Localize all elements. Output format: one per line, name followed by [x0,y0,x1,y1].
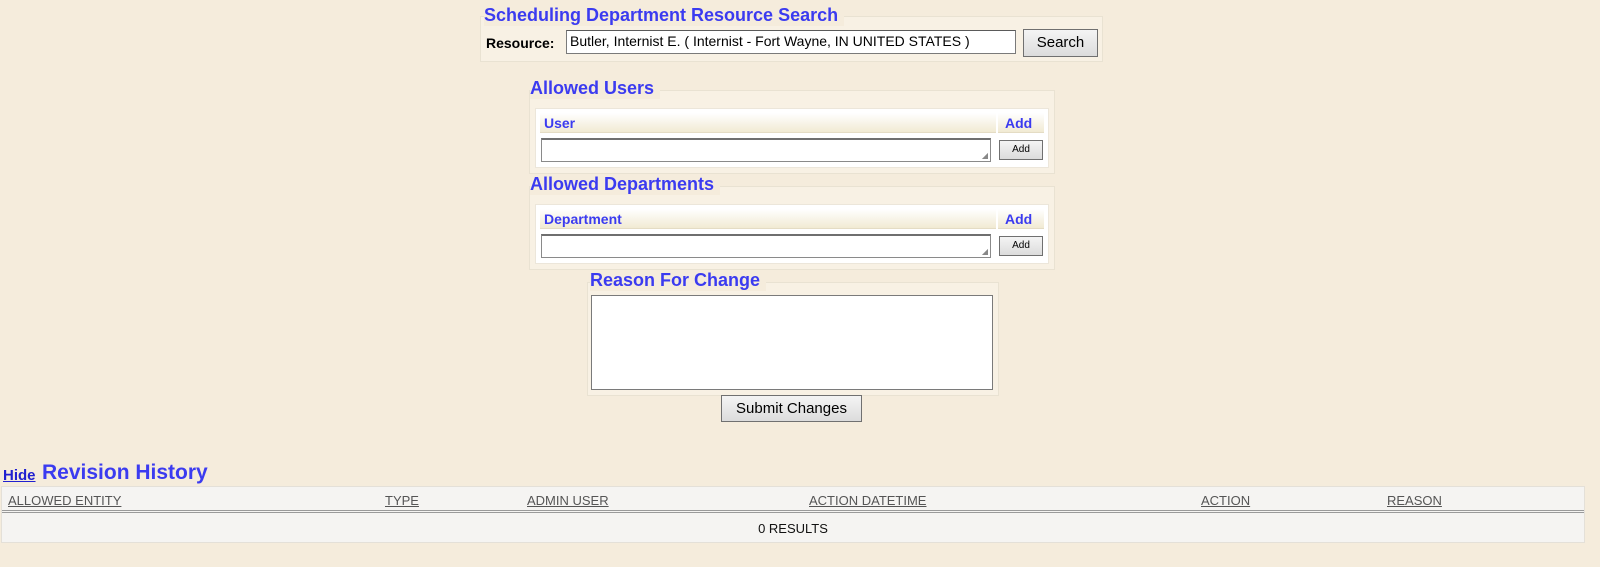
add-column-header: Add [998,113,1044,133]
column-admin-user[interactable]: ADMIN USER [527,493,609,508]
resource-label: Resource: [486,35,555,51]
allowed-departments-legend: Allowed Departments [530,174,721,195]
column-action-datetime[interactable]: ACTION DATETIME [809,493,926,508]
reason-legend: Reason For Change [590,270,767,291]
column-action[interactable]: ACTION [1201,493,1250,508]
resource-search-legend: Scheduling Department Resource Search [484,5,845,26]
resize-grip-icon: ◢ [981,247,988,256]
department-field[interactable]: ◢ [541,234,991,258]
department-column-header: Department [540,209,996,229]
column-reason[interactable]: REASON [1387,493,1442,508]
add-department-button[interactable]: Add [999,236,1043,256]
user-field[interactable]: ◢ [541,138,991,162]
submit-changes-button[interactable]: Submit Changes [721,395,862,422]
allowed-users-grid: User Add ◢ Add [535,108,1049,168]
allowed-users-legend: Allowed Users [530,78,661,99]
resize-grip-icon: ◢ [981,151,988,160]
allowed-departments-grid: Department Add ◢ Add [535,204,1049,264]
revision-history-table: ALLOWED ENTITY TYPE ADMIN USER ACTION DA… [1,486,1585,543]
column-type[interactable]: TYPE [385,493,419,508]
revision-history-header-row: ALLOWED ENTITY TYPE ADMIN USER ACTION DA… [2,487,1584,513]
add-column-header: Add [998,209,1044,229]
user-column-header: User [540,113,996,133]
column-allowed-entity[interactable]: ALLOWED ENTITY [8,493,121,508]
revision-history-title: Revision History [42,461,208,484]
reason-textarea[interactable] [591,295,993,390]
search-button[interactable]: Search [1023,29,1098,57]
results-count: 0 RESULTS [758,521,828,536]
hide-revision-history-link[interactable]: Hide [3,467,36,484]
add-user-button[interactable]: Add [999,140,1043,160]
resource-input[interactable]: Butler, Internist E. ( Internist - Fort … [566,30,1016,54]
